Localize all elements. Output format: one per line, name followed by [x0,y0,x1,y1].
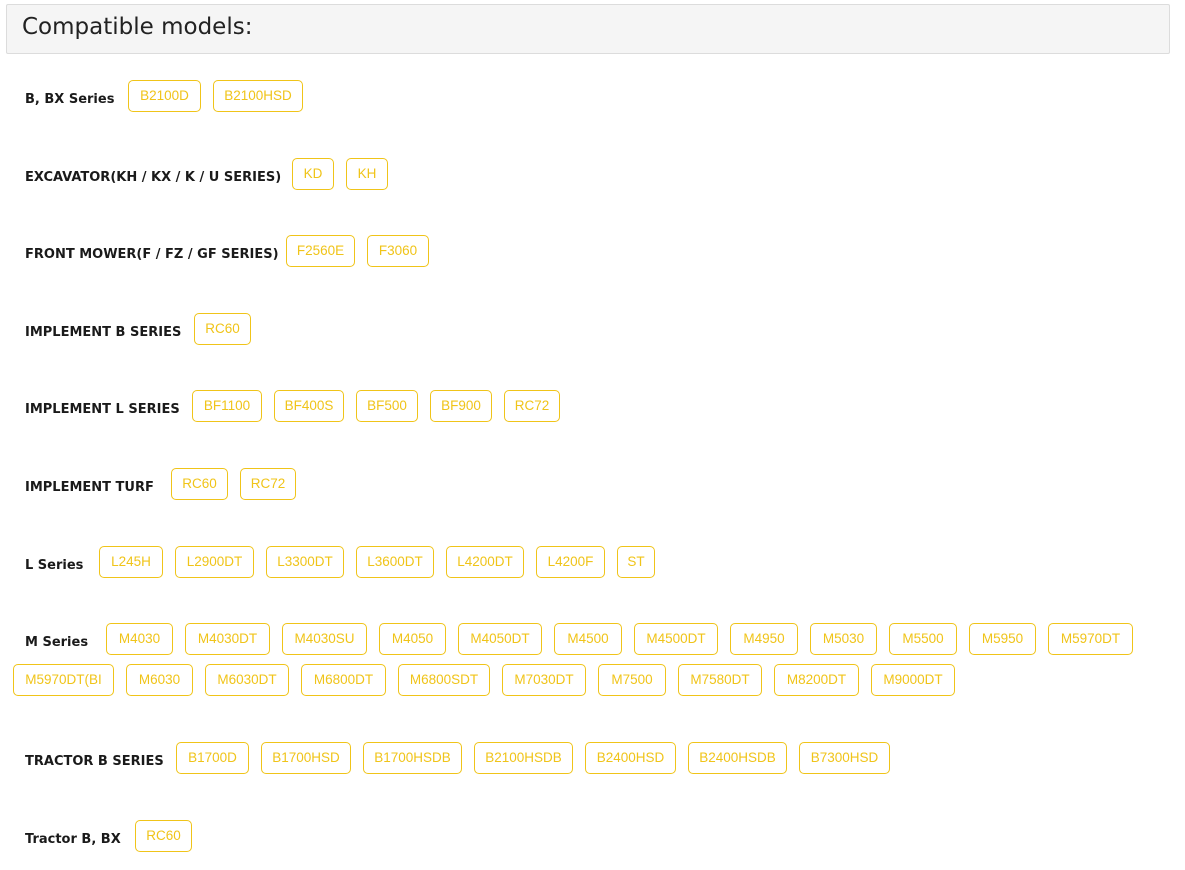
model-chip-rc72[interactable]: RC72 [504,390,560,422]
page-title: Compatible models: [22,14,253,40]
model-chip-m6800sdt[interactable]: M6800SDT [398,664,490,696]
model-chip-bf400s[interactable]: BF400S [274,390,344,422]
series-label: B, BX Series [25,92,115,107]
model-chip-m8200dt[interactable]: M8200DT [774,664,859,696]
model-chip-b2400hsd[interactable]: B2400HSD [585,742,676,774]
model-chip-kd[interactable]: KD [292,158,334,190]
model-chip-m4030dt[interactable]: M4030DT [185,623,270,655]
model-chip-b1700hsd[interactable]: B1700HSD [261,742,351,774]
model-chip-m9000dt[interactable]: M9000DT [871,664,955,696]
model-chip-rc60[interactable]: RC60 [135,820,192,852]
series-label: M Series [25,635,89,650]
model-chip-m7500[interactable]: M7500 [598,664,666,696]
model-chip-b1700hsdb[interactable]: B1700HSDB [363,742,462,774]
model-chip-m6800dt[interactable]: M6800DT [301,664,386,696]
model-chip-m4030su[interactable]: M4030SU [282,623,367,655]
model-chip-l2900dt[interactable]: L2900DT [175,546,254,578]
model-chip-m4950[interactable]: M4950 [730,623,798,655]
model-chip-m6030[interactable]: M6030 [126,664,193,696]
model-chip-l4200f[interactable]: L4200F [536,546,605,578]
model-chip-m5970dt-bi[interactable]: M5970DT(BI [13,664,114,696]
model-chip-bf900[interactable]: BF900 [430,390,492,422]
series-label: IMPLEMENT L SERIES [25,402,180,417]
model-chip-kh[interactable]: KH [346,158,388,190]
model-chip-l3600dt[interactable]: L3600DT [356,546,434,578]
model-chip-m5500[interactable]: M5500 [889,623,957,655]
series-label: EXCAVATOR(KH / KX / K / U SERIES) [25,170,282,185]
model-chip-l245h[interactable]: L245H [99,546,163,578]
model-chip-rc60[interactable]: RC60 [194,313,251,345]
model-chip-f3060[interactable]: F3060 [367,235,429,267]
model-chip-m4500dt[interactable]: M4500DT [634,623,718,655]
series-label: Tractor B, BX [25,832,121,847]
compatible-models-header: Compatible models: [6,4,1170,54]
model-chip-m4050dt[interactable]: M4050DT [458,623,542,655]
series-label: L Series [25,558,84,573]
series-label: FRONT MOWER(F / FZ / GF SERIES) [25,247,279,262]
model-chip-l3300dt[interactable]: L3300DT [266,546,344,578]
model-chip-bf500[interactable]: BF500 [356,390,418,422]
model-chip-b2400hsdb[interactable]: B2400HSDB [688,742,787,774]
model-chip-m4030[interactable]: M4030 [106,623,173,655]
model-chip-m7580dt[interactable]: M7580DT [678,664,762,696]
model-chip-m5950[interactable]: M5950 [969,623,1036,655]
model-chip-f2560e[interactable]: F2560E [286,235,355,267]
model-chip-rc60[interactable]: RC60 [171,468,228,500]
model-chip-m4500[interactable]: M4500 [554,623,622,655]
model-chip-m5030[interactable]: M5030 [810,623,877,655]
model-chip-b1700d[interactable]: B1700D [176,742,249,774]
series-label: IMPLEMENT TURF [25,480,154,495]
model-chip-b2100d[interactable]: B2100D [128,80,201,112]
series-label: TRACTOR B SERIES [25,754,164,769]
model-chip-m4050[interactable]: M4050 [379,623,446,655]
model-chip-st[interactable]: ST [617,546,655,578]
model-chip-m7030dt[interactable]: M7030DT [502,664,586,696]
model-chip-b7300hsd[interactable]: B7300HSD [799,742,890,774]
model-chip-b2100hsd[interactable]: B2100HSD [213,80,303,112]
model-chip-l4200dt[interactable]: L4200DT [446,546,524,578]
model-chip-bf1100[interactable]: BF1100 [192,390,262,422]
series-label: IMPLEMENT B SERIES [25,325,182,340]
model-chip-m6030dt[interactable]: M6030DT [205,664,289,696]
model-chip-b2100hsdb[interactable]: B2100HSDB [474,742,573,774]
model-chip-rc72[interactable]: RC72 [240,468,296,500]
model-chip-m5970dt[interactable]: M5970DT [1048,623,1133,655]
